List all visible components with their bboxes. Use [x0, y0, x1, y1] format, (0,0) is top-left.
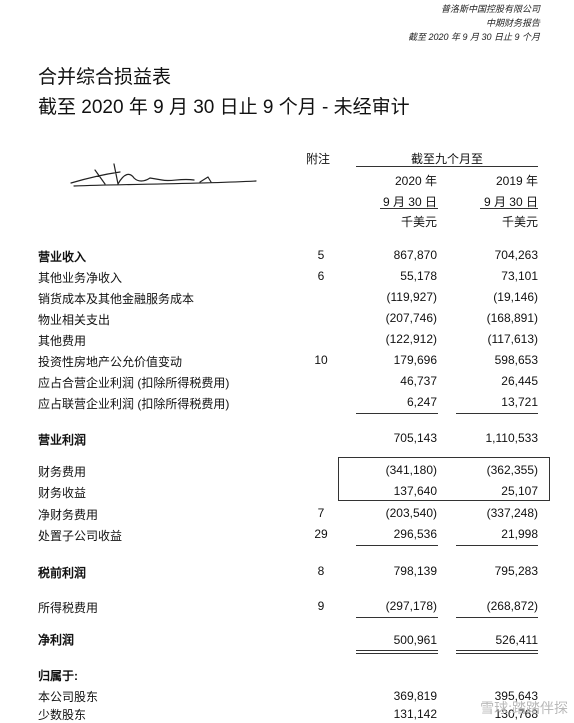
row-value-2019: (268,872): [486, 599, 538, 613]
note-column-header: 附注: [306, 152, 331, 166]
row-note: 29: [314, 527, 328, 541]
row-label-fair-value-change: 投资性房地产公允价值变动: [38, 355, 183, 369]
row-value-2020: (207,746): [385, 311, 437, 325]
row-value-2020: 798,139: [393, 564, 437, 578]
row-label-finance-income: 财务收益: [38, 486, 87, 500]
row-value-2020: 46,737: [400, 374, 437, 388]
row-value-2019: 704,263: [494, 248, 538, 262]
row-value-2019: 26,445: [501, 374, 538, 388]
subtotal-line: [356, 413, 438, 414]
year-2019-header: 2019 年: [495, 174, 538, 188]
row-value-2020: 867,870: [393, 248, 437, 262]
row-value-2019: 13,721: [501, 395, 538, 409]
year-2020-header: 2020 年: [394, 174, 437, 188]
subtotal-line: [456, 617, 538, 618]
report-name: 中期财务报告: [485, 18, 540, 28]
row-value-2019: 598,653: [494, 353, 538, 367]
row-value-2019: 526,411: [495, 633, 539, 647]
statement-title: 合并综合损益表: [38, 67, 172, 88]
subtotal-line: [456, 413, 538, 414]
row-label-other-expenses: 其他费用: [38, 334, 87, 348]
row-value-2019: (117,613): [487, 332, 538, 346]
row-value-2019: 1,110,533: [485, 431, 539, 445]
period-underline: [356, 166, 538, 167]
subtotal-line: [356, 545, 438, 546]
row-value-2019: 73,101: [501, 269, 538, 283]
row-value-2019: (168,891): [486, 311, 538, 325]
row-value-2020: 179,696: [393, 353, 437, 367]
row-label-revenue: 营业收入: [38, 250, 87, 264]
statement-subtitle: 截至 2020 年 9 月 30 日止 9 个月 - 未经审计: [38, 97, 410, 118]
total-double-line: [356, 650, 438, 651]
row-label-operating-profit: 营业利润: [38, 433, 87, 447]
row-label-company-shareholders: 本公司股东: [38, 690, 99, 704]
row-label-associate-profit: 应占联营企业利润 (扣除所得税费用): [38, 397, 230, 411]
total-double-line: [456, 650, 538, 651]
row-note: 10: [314, 353, 328, 367]
row-value-2020: 137,640: [393, 484, 437, 498]
row-value-2020: (297,178): [385, 599, 437, 613]
row-value-2020: (341,180): [385, 463, 437, 477]
row-value-2020: 55,178: [400, 269, 437, 283]
row-label-disposal-gain: 处置子公司收益: [38, 529, 123, 543]
row-value-2019: (362,355): [486, 463, 538, 477]
unit-2020-header: 千美元: [400, 215, 437, 229]
row-value-2019: (337,248): [486, 506, 538, 520]
row-note: 8: [317, 564, 325, 578]
row-value-2019: (19,146): [493, 290, 538, 304]
row-label-cost-of-sales: 销货成本及其他金融服务成本: [38, 292, 195, 306]
watermark: 雪球:踏踏伴探: [480, 700, 568, 716]
period-header: 截至九个月至: [410, 152, 483, 166]
row-label-other-income: 其他业务净收入: [38, 271, 123, 285]
row-label-minority-shareholders: 少数股东: [38, 708, 87, 722]
subtotal-line: [356, 617, 438, 618]
row-value-2020: 131,142: [393, 707, 437, 721]
row-value-2020: 6,247: [406, 395, 437, 409]
row-value-2020: (119,927): [386, 290, 437, 304]
row-value-2020: 296,536: [393, 527, 437, 541]
row-note: 7: [317, 506, 325, 520]
total-double-line: [356, 653, 438, 654]
total-double-line: [456, 653, 538, 654]
company-name: 普洛斯中国控股有限公司: [440, 4, 540, 14]
row-note: 9: [317, 599, 325, 613]
row-label-attributable-to: 归属于:: [38, 669, 78, 683]
row-value-2020: 500,961: [393, 633, 437, 647]
row-value-2020: 705,143: [393, 431, 437, 445]
row-value-2020: (203,540): [385, 506, 437, 520]
row-label-net-profit: 净利润: [38, 633, 75, 647]
row-label-finance-costs: 财务费用: [38, 465, 87, 479]
row-value-2019: 795,283: [494, 564, 538, 578]
row-value-2020: (122,912): [385, 332, 437, 346]
row-value-2019: 25,107: [501, 484, 538, 498]
date-2020-underline: [380, 208, 438, 209]
report-period: 截至 2020 年 9 月 30 日止 9 个月: [407, 32, 540, 42]
row-label-jv-profit: 应占合营企业利润 (扣除所得税费用): [38, 376, 230, 390]
unit-2019-header: 千美元: [501, 215, 538, 229]
row-note: 6: [317, 269, 325, 283]
row-label-property-expenses: 物业相关支出: [38, 313, 111, 327]
date-2019-underline: [480, 208, 538, 209]
row-value-2020: 369,819: [393, 689, 437, 703]
row-label-net-finance-costs: 净财务费用: [38, 508, 99, 522]
row-label-profit-before-tax: 税前利润: [38, 566, 87, 580]
row-label-income-tax: 所得税费用: [38, 601, 99, 615]
signature: [70, 163, 257, 187]
row-value-2019: 21,998: [501, 527, 538, 541]
row-note: 5: [317, 248, 325, 262]
subtotal-line: [456, 545, 538, 546]
